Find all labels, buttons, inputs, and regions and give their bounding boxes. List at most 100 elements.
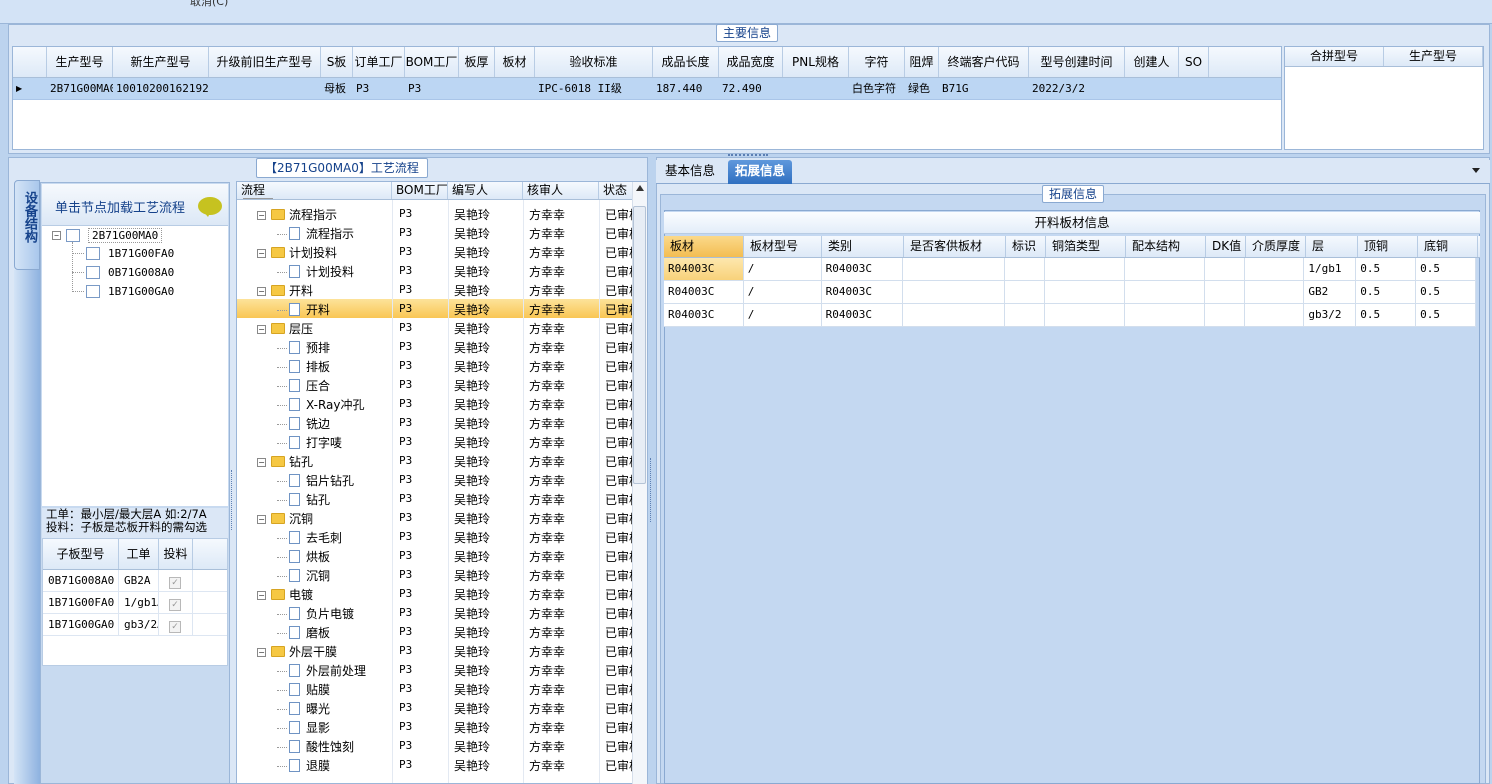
- process-group-row[interactable]: − 沉铜 P3 吴艳玲 方幸幸 已审核: [237, 508, 633, 527]
- ext-cell[interactable]: /: [744, 304, 822, 326]
- main-col-header[interactable]: 验收标准: [535, 47, 653, 77]
- feed-checkbox[interactable]: ✓: [169, 621, 181, 633]
- main-cell[interactable]: [783, 78, 849, 99]
- row-selector-header[interactable]: [13, 47, 47, 77]
- process-step-row[interactable]: 计划投料 P3 吴艳玲 方幸幸 已审核: [237, 261, 633, 280]
- main-col-header[interactable]: SO: [1179, 47, 1209, 77]
- ext-cell[interactable]: [1125, 304, 1205, 326]
- subboard-order-cell[interactable]: 1/gb1A: [119, 592, 159, 613]
- process-col-header[interactable]: BOM工厂: [392, 182, 448, 199]
- ext-cell[interactable]: [1125, 258, 1205, 280]
- ext-cell[interactable]: [903, 304, 1006, 326]
- main-cell[interactable]: 187.440: [653, 78, 719, 99]
- main-cell[interactable]: [1179, 78, 1209, 99]
- left-splitter-grip[interactable]: [231, 470, 234, 530]
- feed-checkbox[interactable]: ✓: [169, 599, 181, 611]
- process-group-row[interactable]: − 钻孔 P3 吴艳玲 方幸幸 已审核: [237, 451, 633, 470]
- process-step-row[interactable]: X-Ray冲孔 P3 吴艳玲 方幸幸 已审核: [237, 394, 633, 413]
- ext-cell[interactable]: [1005, 304, 1046, 326]
- process-step-row[interactable]: 磨板 P3 吴艳玲 方幸幸 已审核: [237, 622, 633, 641]
- subboard-col-header[interactable]: 子板型号: [43, 539, 119, 569]
- process-step-row[interactable]: 打字唛 P3 吴艳玲 方幸幸 已审核: [237, 432, 633, 451]
- process-step-row[interactable]: 铣边 P3 吴艳玲 方幸幸 已审核: [237, 413, 633, 432]
- main-cell[interactable]: [1125, 78, 1179, 99]
- ext-cell[interactable]: 0.5: [1356, 281, 1417, 303]
- device-structure-tab[interactable]: 设备结构: [14, 180, 40, 270]
- ext-cell[interactable]: [1005, 258, 1046, 280]
- main-cell[interactable]: 10010200162192: [113, 78, 209, 99]
- ext-cell[interactable]: R04003C: [822, 281, 904, 303]
- main-info-grid[interactable]: 生产型号 新生产型号 升级前旧生产型号 S板 订单工厂 BOM工厂 板厚 板材 验收标准 成品长度…: [12, 46, 1282, 150]
- subboard-order-cell[interactable]: gb3/2A: [119, 614, 159, 635]
- scroll-up-icon[interactable]: [636, 185, 644, 191]
- process-step-row[interactable]: 预排 P3 吴艳玲 方幸幸 已审核: [237, 337, 633, 356]
- ext-cell[interactable]: [1005, 281, 1046, 303]
- main-cell[interactable]: P3: [353, 78, 405, 99]
- ext-cell[interactable]: [1045, 258, 1125, 280]
- process-step-row[interactable]: 烘板 P3 吴艳玲 方幸幸 已审核: [237, 546, 633, 565]
- main-cell[interactable]: 2B71G00MA0: [47, 78, 113, 99]
- tree-root-node[interactable]: − 2B71G00MA0: [52, 228, 163, 243]
- feed-checkbox[interactable]: ✓: [169, 577, 181, 589]
- collapse-icon[interactable]: −: [257, 325, 266, 334]
- main-col-header[interactable]: 新生产型号: [113, 47, 209, 77]
- subboard-grid[interactable]: 子板型号工单投料 0B71G008A0GB2A✓1B71G00FA01/gb1A…: [42, 538, 228, 666]
- collapse-icon[interactable]: −: [257, 249, 266, 258]
- subboard-feed-cell[interactable]: ✓: [159, 592, 193, 613]
- ext-cell[interactable]: gb3/2: [1304, 304, 1357, 326]
- subboard-feed-cell[interactable]: ✓: [159, 614, 193, 635]
- ext-col-header[interactable]: 铜箔类型: [1046, 236, 1126, 257]
- main-cell[interactable]: 母板: [321, 78, 353, 99]
- main-grid-row[interactable]: ▶ 2B71G00MA0 10010200162192 母板 P3 P3 IPC-6018 …: [13, 78, 1281, 100]
- ext-col-header[interactable]: 底铜: [1418, 236, 1478, 257]
- process-scroll-thumb[interactable]: [633, 206, 646, 484]
- ext-cell[interactable]: 0.5: [1356, 304, 1417, 326]
- main-col-header[interactable]: 成品长度: [653, 47, 719, 77]
- collapse-icon[interactable]: −: [257, 287, 266, 296]
- collapse-icon[interactable]: −: [52, 231, 61, 240]
- subboard-model-cell[interactable]: 0B71G008A0: [43, 570, 119, 591]
- ext-cell[interactable]: /: [744, 281, 822, 303]
- process-step-row[interactable]: 贴膜 P3 吴艳玲 方幸幸 已审核: [237, 679, 633, 698]
- main-col-header[interactable]: 型号创建时间: [1029, 47, 1125, 77]
- tree-child-node[interactable]: 0B71G008A0: [72, 266, 174, 279]
- ext-cell[interactable]: 1/gb1: [1304, 258, 1357, 280]
- main-cell[interactable]: 白色字符: [849, 78, 905, 99]
- ext-cell[interactable]: 0.5: [1356, 258, 1417, 280]
- top-splitter-grip[interactable]: [728, 154, 768, 156]
- node-checkbox-icon[interactable]: [66, 229, 80, 242]
- main-cell[interactable]: P3: [405, 78, 459, 99]
- main-col-header[interactable]: BOM工厂: [405, 47, 459, 77]
- ext-cell[interactable]: [1245, 258, 1305, 280]
- process-step-row[interactable]: 外层前处理 P3 吴艳玲 方幸幸 已审核: [237, 660, 633, 679]
- ext-cell[interactable]: [903, 258, 1006, 280]
- ext-cell[interactable]: [903, 281, 1006, 303]
- main-cell[interactable]: B71G: [939, 78, 1029, 99]
- main-col-header[interactable]: 生产型号: [47, 47, 113, 77]
- main-cell[interactable]: 72.490: [719, 78, 783, 99]
- tab-basic-info[interactable]: 基本信息: [658, 160, 722, 184]
- tab-extended-info[interactable]: 拓展信息: [728, 160, 793, 184]
- ext-cell[interactable]: [1245, 304, 1305, 326]
- subboard-model-cell[interactable]: 1B71G00GA0: [43, 614, 119, 635]
- ext-cell[interactable]: [1205, 258, 1245, 280]
- collapse-icon[interactable]: −: [257, 211, 266, 220]
- ext-cell[interactable]: [1125, 281, 1205, 303]
- process-step-row[interactable]: 酸性蚀刻 P3 吴艳玲 方幸幸 已审核: [237, 736, 633, 755]
- ext-col-header[interactable]: 是否客供板材: [904, 236, 1006, 257]
- ext-cell[interactable]: R04003C: [664, 281, 744, 303]
- ext-row[interactable]: R04003C / R04003C 1/gb1 0.5 0.5: [664, 258, 1477, 281]
- ext-col-header[interactable]: 类别: [822, 236, 904, 257]
- process-step-row[interactable]: 负片电镀 P3 吴艳玲 方幸幸 已审核: [237, 603, 633, 622]
- collapse-icon[interactable]: −: [257, 591, 266, 600]
- tree-child-node[interactable]: 1B71G00FA0: [72, 247, 174, 260]
- ext-cell[interactable]: [1205, 304, 1245, 326]
- main-col-header[interactable]: 成品宽度: [719, 47, 783, 77]
- subboard-row[interactable]: 1B71G00FA01/gb1A ✓: [43, 592, 227, 614]
- structure-tree[interactable]: − 2B71G00MA0 1B71G00FA0 0B71G008A0 1B71G00G…: [42, 226, 228, 506]
- process-step-row[interactable]: 曝光 P3 吴艳玲 方幸幸 已审核: [237, 698, 633, 717]
- main-col-header[interactable]: 板材: [495, 47, 535, 77]
- merge-col-header[interactable]: 生产型号: [1384, 47, 1483, 66]
- main-col-header[interactable]: 阻焊: [905, 47, 939, 77]
- process-step-row[interactable]: 流程指示 P3 吴艳玲 方幸幸 已审核: [237, 223, 633, 242]
